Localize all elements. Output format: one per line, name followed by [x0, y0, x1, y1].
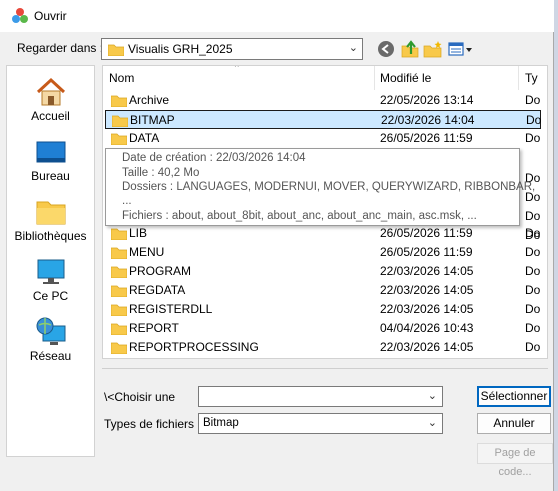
libraries-icon [36, 201, 66, 225]
file-name: REPORT [129, 321, 179, 335]
folder-icon [110, 94, 128, 110]
folder-icon [111, 114, 129, 130]
file-row[interactable]: LIB 26/05/2026 11:59 Do [105, 224, 541, 243]
cancel-button[interactable]: Annuler [477, 413, 551, 434]
list-divider [102, 368, 548, 369]
file-date: 22/05/2026 13:14 [380, 93, 474, 107]
place-bibliotheques[interactable]: Bibliothèques [7, 192, 94, 250]
look-in-value: Visualis GRH_2025 [128, 42, 233, 56]
sort-ascending-icon: ⌃ [233, 65, 241, 73]
title-bar[interactable]: Ouvrir [0, 0, 554, 32]
file-date: 26/05/2026 11:59 [380, 131, 473, 145]
place-label: Bureau [31, 169, 70, 183]
folder-icon [110, 265, 128, 281]
home-icon [36, 77, 66, 106]
tooltip-files: Fichiers : about, about_8bit, about_anc,… [122, 210, 477, 222]
look-in-label: Regarder dans : [17, 41, 104, 55]
file-row[interactable]: MENU 26/05/2026 11:59 Do [105, 243, 541, 262]
places-bar: Accueil Bureau Bibliothèques Ce PC Résea… [6, 65, 95, 457]
app-icon [12, 8, 28, 23]
code-page-button[interactable]: Page de code... [477, 443, 553, 478]
file-date: 22/03/2026 14:05 [380, 340, 474, 354]
computer-icon [37, 259, 65, 284]
file-date: 22/03/2026 14:05 [380, 302, 474, 316]
select-button[interactable]: Sélectionner [477, 386, 551, 407]
folder-info-tooltip: Date de création : 22/03/2026 14:04 Tail… [105, 148, 535, 226]
chevron-down-icon: ⌄ [427, 390, 437, 402]
column-type[interactable]: Ty [525, 71, 538, 85]
folder-icon [110, 284, 128, 300]
place-bureau[interactable]: Bureau [7, 132, 94, 190]
file-date: 26/05/2026 11:59 [380, 245, 473, 259]
file-name: Archive [129, 93, 170, 107]
file-row[interactable]: BITMAP 22/03/2026 14:04 Do [105, 110, 541, 129]
column-modified[interactable]: Modifié le [380, 71, 431, 85]
chevron-down-icon: ⌄ [348, 42, 358, 54]
view-menu-icon[interactable] [447, 39, 475, 59]
file-row[interactable]: REPORT 04/04/2026 10:43 Do [105, 319, 541, 338]
tooltip-created: Date de création : 22/03/2026 14:04 [122, 152, 306, 164]
filetype-select[interactable]: Bitmap ⌄ [198, 413, 443, 434]
file-date: 26/05/2026 11:59 [380, 226, 473, 240]
folder-icon [110, 132, 128, 148]
new-folder-icon[interactable] [423, 39, 443, 59]
file-name: LIB [129, 226, 148, 240]
up-folder-icon[interactable] [400, 39, 420, 59]
column-header: ⌃ Nom Modifié le Ty [103, 65, 547, 90]
column-name[interactable]: Nom [109, 71, 134, 85]
file-date: 04/04/2026 10:43 [380, 321, 474, 335]
file-row[interactable]: REGISTERDLL 22/03/2026 14:05 Do [105, 300, 541, 319]
filename-input[interactable]: ⌄ [198, 386, 443, 407]
place-reseau[interactable]: Réseau [7, 312, 94, 370]
column-separator[interactable] [374, 66, 375, 90]
desktop-icon [36, 141, 66, 163]
chevron-down-icon: ⌄ [427, 417, 437, 429]
place-label: Ce PC [32, 289, 69, 303]
filename-label: \<Choisir une [104, 390, 176, 404]
file-name: DATA [129, 131, 160, 145]
file-row[interactable]: REPORTPROCESSING 22/03/2026 14:05 Do [105, 338, 541, 357]
file-row[interactable]: Archive 22/05/2026 13:14 Do [105, 91, 541, 110]
file-row[interactable]: PROGRAM 22/03/2026 14:05 Do [105, 262, 541, 281]
tooltip-folders: Dossiers : LANGUAGES, MODERNUI, MOVER, Q… [122, 181, 536, 193]
filetype-label: Types de fichiers : [104, 417, 201, 431]
look-in-dropdown[interactable]: Visualis GRH_2025 ⌄ [101, 38, 363, 60]
filetype-value: Bitmap [203, 417, 239, 429]
folder-icon [110, 341, 128, 357]
folder-icon [110, 322, 128, 338]
place-label: Réseau [29, 349, 72, 363]
open-dialog: Ouvrir Regarder dans : Visualis GRH_2025… [0, 0, 554, 491]
folder-icon [108, 44, 124, 56]
file-row[interactable]: DATA 26/05/2026 11:59 Do [105, 129, 541, 148]
folder-icon [110, 303, 128, 319]
file-date: 22/03/2026 14:05 [380, 264, 474, 278]
file-name: REPORTPROCESSING [129, 340, 259, 354]
network-icon [36, 317, 66, 345]
file-date: 22/03/2026 14:04 [381, 113, 475, 127]
place-accueil[interactable]: Accueil [7, 72, 94, 130]
place-label: Accueil [31, 109, 70, 123]
file-name: REGISTERDLL [129, 302, 213, 316]
column-separator[interactable] [518, 66, 519, 90]
file-row[interactable]: REGDATA 22/03/2026 14:05 Do [105, 281, 541, 300]
tooltip-size: Taille : 40,2 Mo [122, 167, 200, 179]
vertical-scrollbar[interactable] [539, 90, 547, 358]
place-label: Bibliothèques [14, 229, 87, 243]
folder-icon [110, 246, 128, 262]
folder-icon [110, 227, 128, 243]
file-name: BITMAP [130, 113, 175, 127]
file-name: REGDATA [129, 283, 186, 297]
place-ce-pc[interactable]: Ce PC [7, 252, 94, 310]
tooltip-ellipsis: ... [122, 195, 132, 207]
file-date: 22/03/2026 14:05 [380, 283, 474, 297]
back-icon[interactable] [376, 39, 396, 59]
file-name: MENU [129, 245, 165, 259]
window-title: Ouvrir [34, 9, 67, 23]
file-name: PROGRAM [129, 264, 192, 278]
